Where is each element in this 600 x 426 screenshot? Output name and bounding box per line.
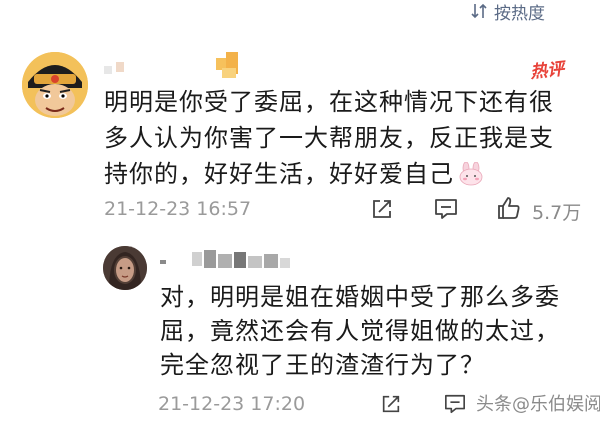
comment-line: 多人认为你害了一大帮朋友，反正我是支 xyxy=(104,124,554,152)
reply-line: 对，明明是姐在婚姻中受了那么多委 xyxy=(160,283,560,311)
reply-line: 屈，竟然还会有人觉得姐做的太过， xyxy=(160,317,560,345)
comment-line: 明明是你受了委屈，在这种情况下还有很 xyxy=(104,88,554,116)
comment-thread: 按热度 热评 明明是你受了委屈，在这种情况下还有很 多人认为你害了一大帮朋友，反… xyxy=(0,0,600,426)
like-count: 5.7万 xyxy=(532,202,582,224)
like-icon[interactable] xyxy=(496,195,522,221)
comment-icon[interactable] xyxy=(443,393,467,415)
comment-line-with-emoji: 持你的，好好生活，好好爱自己 xyxy=(104,156,574,192)
hot-comment-badge: 热评 xyxy=(529,59,566,83)
comment-line-text: 持你的，好好生活，好好爱自己 xyxy=(104,160,454,188)
avatar[interactable] xyxy=(103,246,147,290)
sort-label: 按热度 xyxy=(494,3,545,24)
sort-icon xyxy=(471,3,487,19)
share-icon[interactable] xyxy=(370,197,394,221)
photo-avatar-icon xyxy=(103,246,147,290)
share-icon[interactable] xyxy=(380,393,402,415)
comment-timestamp: 21-12-23 16:57 xyxy=(104,198,252,220)
username-redacted[interactable] xyxy=(104,52,254,82)
reply-line: 完全忽视了王的渣渣行为了？ xyxy=(160,351,485,379)
avatar[interactable] xyxy=(22,52,88,118)
reply-timestamp: 21-12-23 17:20 xyxy=(158,393,306,415)
sort-toggle[interactable]: 按热度 xyxy=(470,0,545,24)
comment-icon[interactable] xyxy=(433,197,459,221)
reply-text: 对，明明是姐在婚姻中受了那么多委 屈，竟然还会有人觉得姐做的太过， 完全忽视了王… xyxy=(160,280,580,382)
watermark: 头条@乐伯娱阅 xyxy=(476,394,600,415)
comment-text: 明明是你受了委屈，在这种情况下还有很 多人认为你害了一大帮朋友，反正我是支 持你… xyxy=(104,84,574,192)
username-redacted[interactable] xyxy=(160,248,300,272)
cartoon-avatar-icon xyxy=(22,52,88,118)
rabbit-emoji-icon xyxy=(459,162,483,186)
